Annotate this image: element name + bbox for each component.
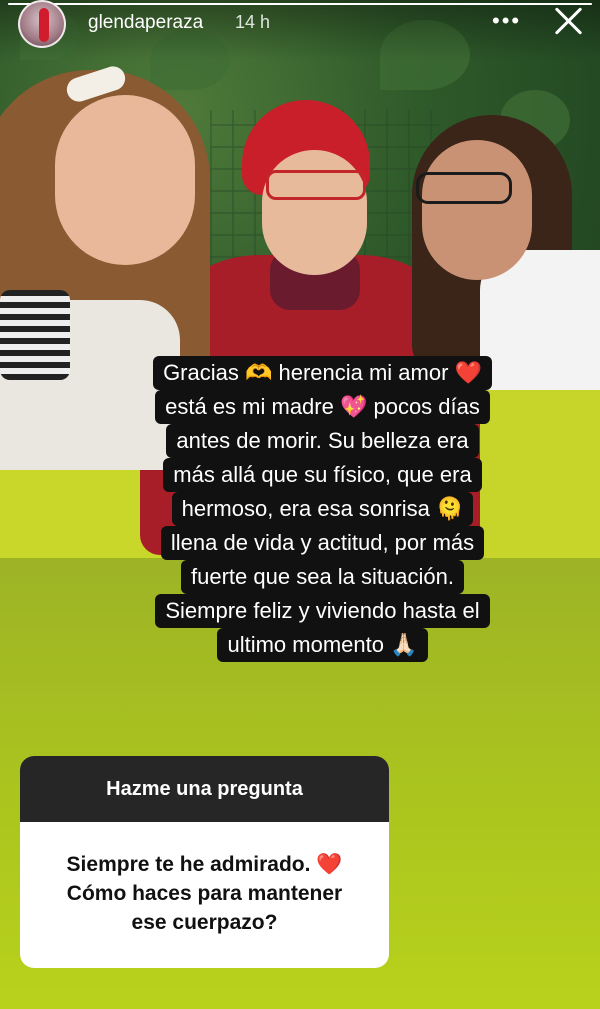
person-left-stripes [0, 290, 70, 380]
person-right-face [422, 140, 532, 280]
caption-line: Gracias 🫶 herencia mi amor ❤️ [153, 356, 492, 390]
question-sticker-body: Siempre te he admirado. ❤️ Cómo haces pa… [20, 822, 389, 937]
person-middle-face [262, 150, 367, 275]
story-header: glendaperaza 14 h ••• [0, 0, 600, 60]
caption-line: Siempre feliz y viviendo hasta el [155, 594, 490, 628]
avatar[interactable] [18, 0, 66, 48]
story-progress-bar [8, 3, 592, 5]
question-line: Siempre te he admirado. ❤️ [66, 853, 343, 876]
person-right-glasses [416, 172, 512, 204]
person-middle-glasses [266, 170, 366, 200]
person-left-face [55, 95, 195, 265]
caption-line: ultimo momento 🙏🏻 [217, 628, 428, 662]
caption-line: antes de morir. Su belleza era [166, 424, 479, 458]
more-icon[interactable]: ••• [492, 8, 521, 34]
caption-line: más allá que su físico, que era [163, 458, 482, 492]
question-line: ese cuerpazo? [131, 911, 278, 934]
post-time: 14 h [235, 12, 271, 32]
story-progress-fill [8, 3, 592, 5]
caption-text: Gracias 🫶 herencia mi amor ❤️ está es mi… [145, 356, 500, 662]
caption-line: llena de vida y actitud, por más [160, 526, 485, 560]
question-line: Cómo haces para mantener [66, 882, 343, 905]
close-icon[interactable] [551, 3, 587, 39]
caption-line: fuerte que sea la situación. [181, 560, 464, 594]
question-sticker[interactable]: Hazme una pregunta Siempre te he admirad… [20, 756, 389, 968]
caption-line: hermoso, era esa sonrisa 🫠 [171, 492, 474, 526]
question-sticker-header: Hazme una pregunta [20, 756, 389, 822]
caption-line: está es mi madre 💖 pocos días [155, 390, 490, 424]
username[interactable]: glendaperaza [88, 12, 203, 34]
